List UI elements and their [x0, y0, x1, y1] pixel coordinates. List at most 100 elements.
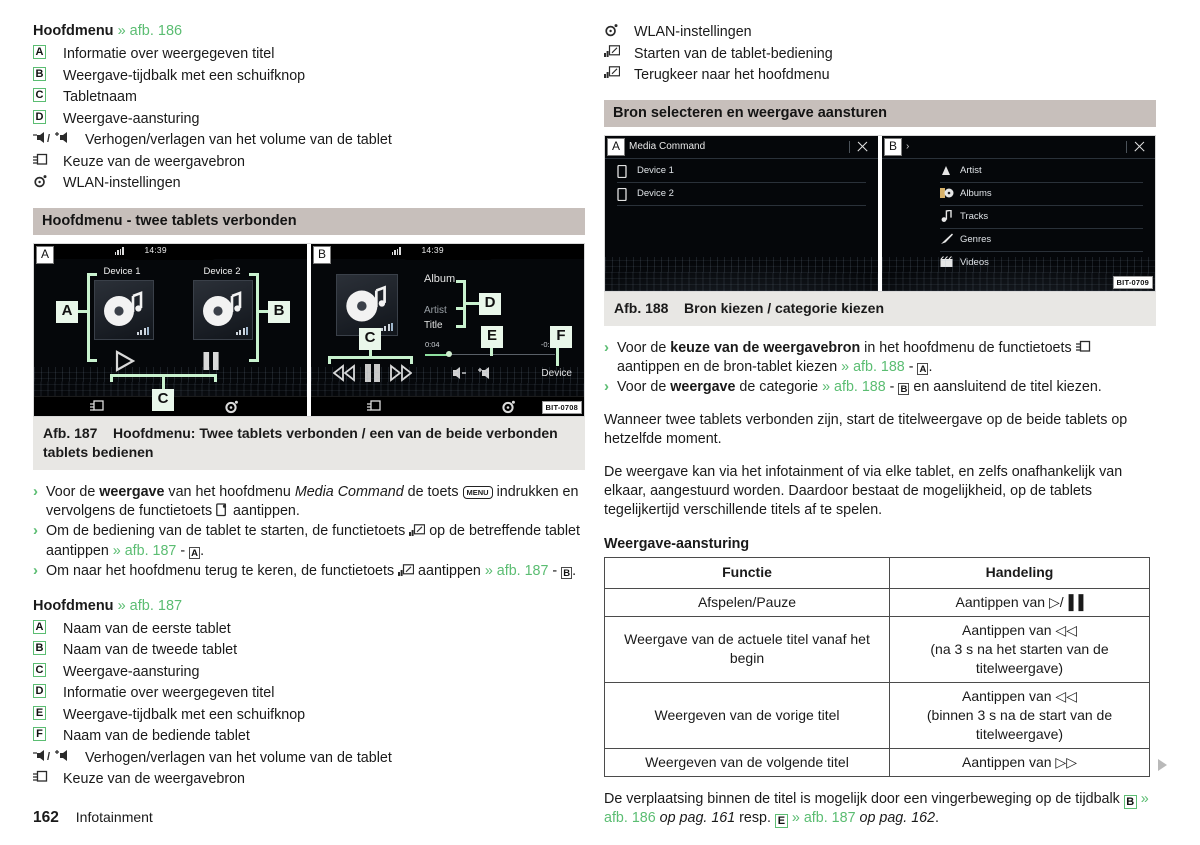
equalizer-icon [381, 322, 393, 331]
letter-marker: D [33, 684, 46, 699]
progress-knob[interactable] [446, 351, 452, 357]
figure-reference[interactable]: » afb. 188 [822, 379, 886, 395]
list-item[interactable]: Genres [940, 229, 1143, 252]
list-header-a: Media Command [605, 136, 878, 159]
screen-label-B: B [884, 137, 902, 156]
left-bullet-list: Voor de weergave van het hoofdmenu Media… [33, 482, 585, 582]
legend-list-hoofdmenu-187: A Naam van de eerste tablet B Naam van de t… [33, 619, 585, 790]
marker-bracket-d-bot [456, 324, 466, 328]
device1-tile[interactable] [94, 279, 154, 340]
marker-bracket-d-mid [456, 306, 466, 310]
list-item[interactable]: Device 2 [617, 183, 866, 206]
albums-icon [940, 187, 954, 198]
list-item[interactable]: Artist [940, 160, 1143, 183]
cell-functie: Weergeven van de vorige titel [604, 681, 890, 749]
list-item[interactable]: Tracks [940, 206, 1143, 229]
tablet-icon [617, 187, 627, 201]
marker-lead-c [162, 373, 165, 390]
marker-lead-a [76, 309, 90, 313]
title-label: Title [424, 319, 443, 331]
legend-item: D Informatie over weergegeven titel [33, 683, 585, 704]
letter-marker: B [1123, 794, 1137, 809]
figure-marker-B: B [268, 300, 290, 323]
legend-key-icon [33, 769, 63, 784]
equalizer-icon [137, 326, 149, 335]
text-run: van het hoofdmenu [164, 483, 295, 500]
figure-188-screen-b: › Artist Albums Tracks Genres B BIT-0709 [882, 135, 1155, 291]
cell-handeling: Aantippen van ▷/▐▐ [889, 587, 1150, 617]
screen-label-B: B [313, 245, 331, 264]
list-title-a: Media Command [629, 141, 706, 152]
figure-188: Media Command Device 1 Device 2 A › Arti… [604, 134, 1156, 326]
text-run: . [928, 358, 933, 375]
letter-marker: B [33, 641, 46, 656]
legend-key-icon [604, 44, 634, 58]
figure-reference[interactable]: » afb. 187 [792, 810, 856, 826]
marker-bracket-d-top [456, 279, 466, 283]
legend-item-label: Weergave-tijdbalk met een schuifknop [63, 706, 306, 723]
text-run: Voor de [617, 339, 671, 356]
device2-tile[interactable] [193, 279, 253, 340]
legend-item-label: Terugkeer naar het hoofdmenu [634, 67, 830, 83]
legend-item: C Tabletnaam [33, 87, 585, 108]
wlan-settings-icon[interactable] [224, 399, 239, 414]
marker-bracket-a-top [87, 272, 97, 276]
figure-reference[interactable]: » afb. 187 [113, 543, 177, 559]
list-item-label: Artist [960, 165, 982, 176]
marker-bracket-a-bot [87, 358, 97, 362]
continuation-arrow-icon [1158, 759, 1167, 771]
text-run: resp. [735, 810, 775, 827]
menu-key: MENU [462, 485, 493, 499]
legend-item-label: WLAN-instellingen [63, 175, 181, 191]
list-item[interactable]: Albums [940, 183, 1143, 206]
figure-188-screens: Media Command Device 1 Device 2 A › Arti… [604, 134, 1156, 292]
legend1-title-text: Hoofdmenu [33, 23, 114, 39]
letter-marker: B [33, 66, 46, 81]
legend2-title-text: Hoofdmenu [33, 597, 114, 614]
signal-icon [114, 247, 124, 255]
legend-item-label: Informatie over weergegeven titel [63, 46, 275, 62]
legend-key-e: E [33, 705, 63, 720]
wlan-settings-icon[interactable] [501, 399, 516, 414]
close-icon[interactable] [1133, 141, 1145, 153]
legend-key-a: A [33, 619, 63, 634]
figure-187-screen-b: 14:39 Album Artist Title 0:04 D C E F B … [311, 243, 584, 416]
marker-lead-f [556, 345, 559, 366]
figure-reference[interactable]: » afb. 187 [485, 563, 549, 579]
legend-key-d: D [33, 683, 63, 699]
figure-marker-C: C [152, 388, 174, 411]
source-select-icon[interactable] [367, 399, 382, 413]
wlan-settings-icon [34, 175, 47, 188]
list-item[interactable]: Device 1 [617, 160, 866, 183]
marker-bracket-b-bot [249, 358, 259, 362]
text-run: en aansluitend de titel kiezen. [909, 379, 1102, 396]
figure-reference[interactable]: » afb. 188 [841, 359, 905, 375]
source-select-icon [33, 770, 48, 782]
legend-item: A Naam van de eerste tablet [33, 619, 585, 640]
figure-188-caption-text: Bron kiezen / categorie kiezen [684, 299, 884, 316]
source-select-icon[interactable] [90, 399, 105, 413]
legend-item-label: Verhogen/verlagen van het volume van de … [85, 132, 392, 148]
letter-marker: E [774, 814, 788, 829]
screen-notch [399, 243, 496, 260]
legend-list-hoofdmenu-186: A Informatie over weergegeven titel B Weerg… [33, 44, 585, 194]
list-item-label: Genres [960, 234, 992, 245]
close-icon[interactable] [856, 141, 868, 153]
legend-item: Terugkeer naar het hoofdmenu [604, 65, 1156, 86]
emphasis: keuze van de weergavebron [670, 339, 861, 356]
section-header-bron-selecteren: Bron selecteren en weergave aansturen [604, 99, 1156, 127]
legend-item: Keuze van de weergavebron [33, 769, 585, 790]
marker-bracket-a [87, 272, 90, 362]
legend-item-label: Naam van de tweede tablet [63, 642, 238, 659]
clock-label: 14:39 [421, 244, 444, 255]
legend-item: / Verhogen/verlagen van het volume van de… [33, 130, 585, 151]
figure-marker-D: D [479, 292, 501, 315]
figure-marker-A: A [56, 300, 78, 323]
legend-key-d: D [33, 109, 63, 124]
paragraph-1: Wanneer twee tablets verbonden zijn, sta… [604, 411, 1128, 448]
letter-marker: F [33, 727, 46, 742]
tablet-control-icon [604, 66, 620, 78]
tablet-control-icon [409, 524, 426, 537]
letter-marker: B [898, 383, 910, 396]
text-run: in het hoofdmenu de functietoets [860, 339, 1076, 356]
